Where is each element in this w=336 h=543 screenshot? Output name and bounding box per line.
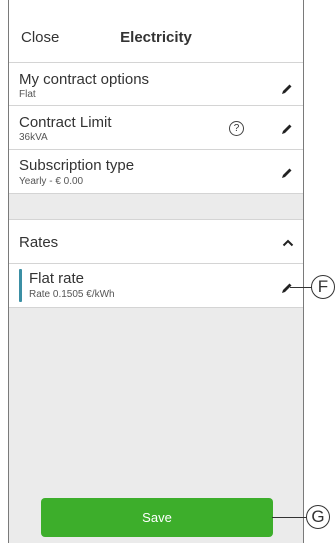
pencil-icon[interactable] <box>280 82 294 96</box>
rate-value: Rate 0.1505 €/kWh <box>29 289 115 300</box>
top-bar: Close Electricity <box>9 0 303 63</box>
contract-limit-value: 36kVA <box>19 132 48 143</box>
app-screen: Close Electricity My contract options Fl… <box>8 0 304 543</box>
subscription-type-label: Subscription type <box>19 157 135 174</box>
rate-label: Flat rate <box>29 270 85 287</box>
subscription-type-row[interactable]: Subscription type Yearly - € 0.00 <box>9 150 303 194</box>
page-title: Electricity <box>120 29 192 46</box>
callout-line-g <box>272 517 306 518</box>
rates-heading: Rates <box>19 234 59 251</box>
contract-options-row[interactable]: My contract options Flat <box>9 63 303 106</box>
contract-limit-label: Contract Limit <box>19 114 112 131</box>
help-icon[interactable]: ? <box>229 121 244 136</box>
rate-item[interactable]: Flat rate Rate 0.1505 €/kWh <box>9 264 303 308</box>
rate-indicator <box>19 269 22 302</box>
section-divider <box>9 194 303 220</box>
callout-g: G <box>306 505 330 529</box>
rates-header[interactable]: Rates <box>9 220 303 264</box>
chevron-up-icon[interactable] <box>281 236 295 250</box>
contract-options-value: Flat <box>19 89 36 100</box>
save-button[interactable]: Save <box>41 498 273 537</box>
subscription-type-value: Yearly - € 0.00 <box>19 176 84 187</box>
callout-line-f <box>290 287 312 288</box>
pencil-icon[interactable] <box>280 281 294 295</box>
pencil-icon[interactable] <box>280 166 294 180</box>
callout-f: F <box>311 275 335 299</box>
contract-options-label: My contract options <box>19 71 150 88</box>
contract-limit-row[interactable]: Contract Limit 36kVA ? <box>9 106 303 150</box>
pencil-icon[interactable] <box>280 122 294 136</box>
